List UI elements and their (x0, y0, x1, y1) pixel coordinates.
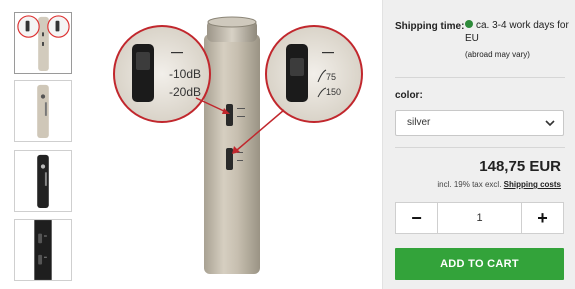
callout-left-label-2: -20dB (169, 85, 201, 99)
product-main-image[interactable]: -10dB -20dB 75 150 (106, 0, 380, 276)
shipping-costs-link[interactable]: Shipping costs (504, 180, 561, 189)
tax-text: incl. 19% tax excl. (437, 180, 502, 189)
shipping-value: ca. 3-4 work days for EU (abroad may var… (465, 19, 575, 61)
silver-mic-body-icon (15, 81, 71, 141)
closeup-mic-switch-icon (15, 13, 71, 73)
callout-right-label-1: 75 (326, 72, 336, 82)
thumbnail-1[interactable] (14, 12, 72, 74)
callout-left-label-1: -10dB (169, 67, 201, 81)
callout-right-label-2: 150 (326, 87, 341, 97)
color-selected-value: silver (407, 117, 431, 128)
shipping-time-text: ca. 3-4 work days for EU (465, 20, 569, 44)
quantity-stepper: − 1 + (395, 202, 564, 234)
status-dot-icon (465, 20, 473, 28)
quantity-increase-button[interactable]: + (521, 203, 563, 233)
product-buy-panel: Shipping time: ca. 3-4 work days for EU … (382, 0, 575, 289)
divider (395, 147, 565, 148)
tax-note: incl. 19% tax excl. Shipping costs (437, 180, 561, 189)
divider (395, 77, 565, 78)
shipping-label: Shipping time: (395, 21, 465, 32)
quantity-decrease-button[interactable]: − (396, 203, 438, 233)
chevron-down-icon (545, 120, 555, 127)
color-select[interactable]: silver (395, 110, 564, 136)
add-to-cart-button[interactable]: ADD TO CART (395, 248, 564, 280)
shipping-note: (abroad may vary) (465, 50, 530, 59)
thumbnail-3[interactable] (14, 150, 72, 212)
microphone-image: -10dB -20dB 75 150 (106, 0, 380, 276)
quantity-input[interactable]: 1 (438, 203, 521, 233)
black-mic-closeup-icon (15, 220, 71, 280)
thumbnail-2[interactable] (14, 80, 72, 142)
product-price: 148,75 EUR (479, 158, 561, 175)
color-label: color: (395, 90, 423, 101)
black-mic-body-icon (15, 151, 71, 211)
thumbnail-4[interactable] (14, 219, 72, 281)
